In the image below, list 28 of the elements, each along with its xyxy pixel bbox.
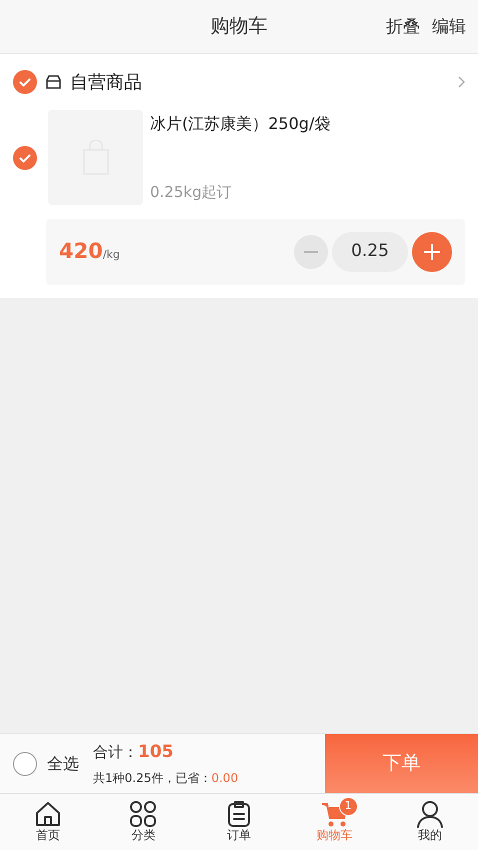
plus-icon <box>424 244 440 260</box>
select-all-label: 全选 <box>47 752 79 774</box>
page-title: 购物车 <box>210 14 268 40</box>
grid-icon <box>129 800 158 828</box>
quantity-field[interactable]: 0.25 <box>332 232 408 272</box>
clipboard-icon <box>226 800 252 828</box>
header-action[interactable]: 编辑 <box>432 15 466 40</box>
total: 合计：105 <box>93 740 174 764</box>
chevron-right-icon[interactable] <box>457 76 465 88</box>
tab[interactable]: 我的 <box>382 794 478 850</box>
store-icon <box>45 74 62 90</box>
tab[interactable]: 首页 <box>0 794 96 850</box>
checkbox[interactable] <box>13 752 37 776</box>
shop-name: 自营商品 <box>70 70 142 94</box>
summary-detail: 共1种0.25件，已省：0.00 <box>93 770 238 788</box>
checkbox[interactable] <box>13 146 37 170</box>
person-icon <box>415 800 446 828</box>
tab[interactable]: 订单 <box>191 794 287 850</box>
product-name: 冰片(江苏康美）250g/袋 <box>150 113 330 135</box>
count-badge: 1 <box>338 797 358 816</box>
minimum-order: 0.25kg起订 <box>150 182 233 202</box>
price: 420/kg <box>59 238 120 266</box>
increase-button[interactable] <box>412 232 452 272</box>
checkbox[interactable] <box>13 70 37 94</box>
minus-icon <box>304 251 318 253</box>
decrease-button[interactable] <box>294 235 328 269</box>
header-action[interactable]: 折叠 <box>386 15 420 40</box>
tab[interactable]: 分类 <box>96 794 192 850</box>
